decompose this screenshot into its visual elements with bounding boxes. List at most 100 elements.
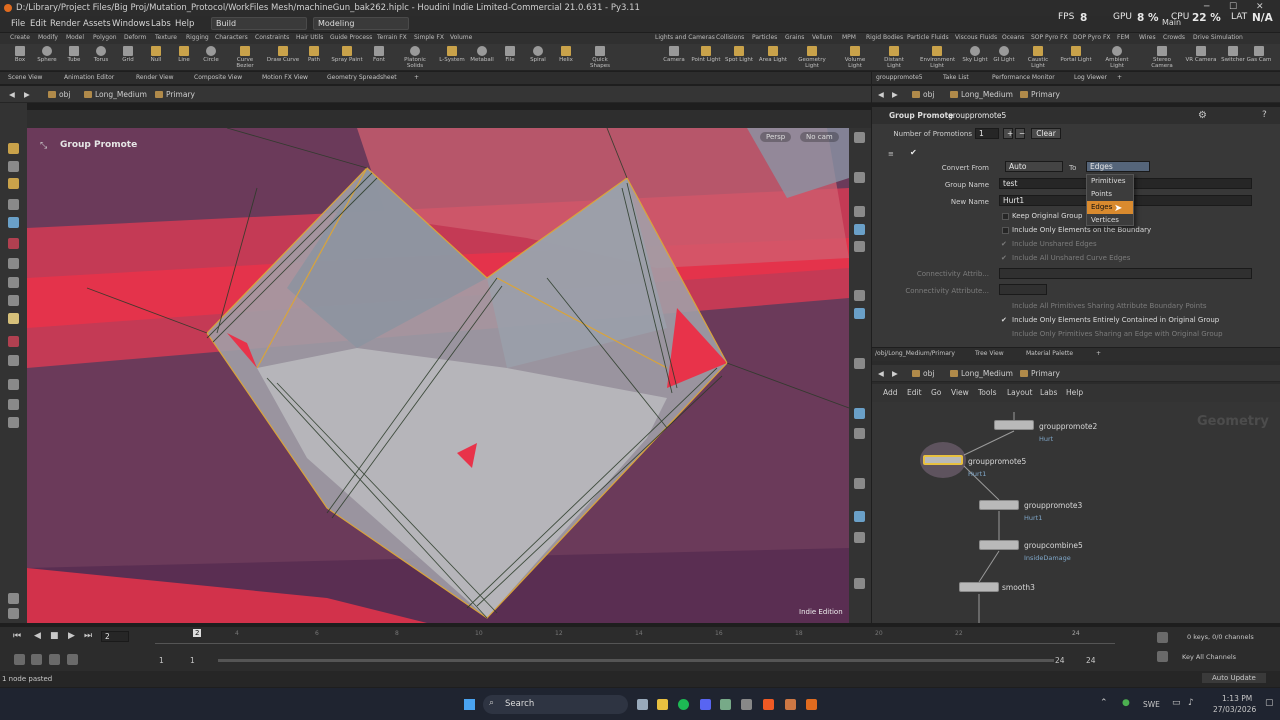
convert-from-menu[interactable]: Auto bbox=[1005, 161, 1063, 172]
tool-draw-curve[interactable]: Draw Curve bbox=[266, 46, 300, 63]
breadcrumb-context[interactable]: Primary bbox=[155, 90, 195, 99]
option-primitives[interactable]: Primitives bbox=[1087, 175, 1133, 188]
add-tab-icon[interactable]: + bbox=[1096, 350, 1101, 357]
net-menu-layout[interactable]: Layout bbox=[1007, 388, 1033, 397]
tool-helix[interactable]: Helix bbox=[549, 46, 583, 63]
shelf-tab[interactable]: Hair Utils bbox=[296, 34, 323, 41]
help-icon[interactable]: ? bbox=[1262, 110, 1267, 120]
breadcrumb-geo[interactable]: Long_Medium bbox=[950, 90, 1013, 99]
breadcrumb-obj[interactable]: obj bbox=[912, 369, 934, 378]
scene-viewport[interactable]: Group Promote ⤡ Persp No cam Indie Editi… bbox=[27, 128, 849, 623]
shading-icon[interactable] bbox=[854, 224, 865, 235]
key-all-channels[interactable]: Key All Channels bbox=[1182, 653, 1236, 661]
spotify-icon[interactable] bbox=[678, 699, 689, 710]
menu-render[interactable]: Render bbox=[50, 19, 80, 29]
shelf-tab[interactable]: FEM bbox=[1117, 34, 1129, 41]
tab-log-viewer[interactable]: Log Viewer bbox=[1074, 74, 1107, 81]
grid-display-icon[interactable] bbox=[854, 428, 865, 439]
pose-icon[interactable] bbox=[8, 295, 19, 306]
net-menu-help[interactable]: Help bbox=[1066, 388, 1083, 397]
conn-attribute-field[interactable] bbox=[999, 284, 1047, 295]
tool-stereo-camera[interactable]: Stereo Camera bbox=[1145, 46, 1179, 69]
forward-icon[interactable]: ▶ bbox=[24, 90, 30, 99]
shelf-tab[interactable]: Characters bbox=[215, 34, 248, 41]
shelf-tab[interactable]: SOP Pyro FX bbox=[1031, 34, 1068, 41]
shelf-tab[interactable]: Model bbox=[66, 34, 84, 41]
tab-composite-view[interactable]: Composite View bbox=[194, 74, 242, 81]
shelf-tab[interactable]: Particle Fluids bbox=[907, 34, 949, 41]
shelf-tab[interactable]: Terrain FX bbox=[377, 34, 407, 41]
maximize-icon[interactable]: ☐ bbox=[1229, 2, 1237, 12]
ghost-icon[interactable] bbox=[854, 358, 865, 369]
camera-menu[interactable]: No cam bbox=[800, 132, 839, 142]
visibility-icon[interactable] bbox=[8, 417, 19, 428]
keep-original-checkbox[interactable] bbox=[1002, 213, 1009, 220]
menu-edit[interactable]: Edit bbox=[30, 19, 46, 29]
discord-icon[interactable] bbox=[700, 699, 711, 710]
end-frame-2[interactable]: 24 bbox=[1086, 656, 1096, 665]
notification-icon[interactable]: ▢ bbox=[1265, 698, 1274, 708]
shelf-tab[interactable]: Modify bbox=[38, 34, 58, 41]
microphone-icon[interactable]: ● bbox=[1122, 698, 1130, 708]
clock-time[interactable]: 1:13 PM bbox=[1222, 694, 1252, 703]
menu-help[interactable]: Help bbox=[175, 19, 194, 29]
option-edges[interactable]: Edges bbox=[1087, 201, 1133, 214]
tool-distant-light[interactable]: Distant Light bbox=[877, 46, 911, 69]
tab-performance-monitor[interactable]: Performance Monitor bbox=[992, 74, 1055, 81]
back-icon[interactable]: ◀ bbox=[878, 369, 884, 378]
to-menu[interactable]: Edges bbox=[1086, 161, 1150, 172]
pointer-icon[interactable] bbox=[8, 199, 19, 210]
points-icon[interactable] bbox=[854, 290, 865, 301]
tool-ambient-light[interactable]: Ambient Light bbox=[1100, 46, 1134, 69]
option-vertices[interactable]: Vertices bbox=[1087, 214, 1133, 227]
shelf-tab[interactable]: Constraints bbox=[255, 34, 289, 41]
tool-quick-shapes[interactable]: Quick Shapes bbox=[583, 46, 617, 69]
shelf-tab[interactable]: Lights and Cameras bbox=[655, 34, 715, 41]
tab-motion-fx-view[interactable]: Motion FX View bbox=[262, 74, 308, 81]
camera-view-icon[interactable] bbox=[8, 379, 19, 390]
shelf-tab[interactable]: Texture bbox=[155, 34, 177, 41]
shelf-tab[interactable]: Viscous Fluids bbox=[955, 34, 997, 41]
tool-gas-cam[interactable]: Gas Cam bbox=[1244, 46, 1274, 63]
realtime-icon[interactable] bbox=[14, 654, 25, 665]
tray-chevron-icon[interactable]: ⌃ bbox=[1100, 698, 1108, 708]
tool-caustic-light[interactable]: Caustic Light bbox=[1021, 46, 1055, 69]
tool-volume-light[interactable]: Volume Light bbox=[838, 46, 872, 69]
snap-toggle-icon[interactable] bbox=[8, 608, 19, 619]
boundary-checkbox[interactable] bbox=[1002, 227, 1009, 234]
app-icon[interactable] bbox=[785, 699, 796, 710]
shelf-tab[interactable]: Polygon bbox=[93, 34, 117, 41]
brush-icon[interactable] bbox=[8, 238, 19, 249]
tab-network-path[interactable]: /obj/Long_Medium/Primary bbox=[875, 350, 955, 357]
gear-icon[interactable]: ⚙ bbox=[1198, 110, 1207, 121]
back-icon[interactable]: ◀ bbox=[9, 90, 15, 99]
volume-icon[interactable]: ♪ bbox=[1188, 698, 1194, 708]
node-smooth3[interactable] bbox=[959, 582, 999, 592]
brave-icon[interactable] bbox=[763, 699, 774, 710]
shelf-tab[interactable]: Oceans bbox=[1002, 34, 1024, 41]
audio-icon[interactable] bbox=[67, 654, 78, 665]
lighting-icon[interactable] bbox=[854, 206, 865, 217]
add-tab-icon[interactable]: + bbox=[414, 74, 419, 81]
forward-icon[interactable]: ▶ bbox=[892, 90, 898, 99]
shelf-tab[interactable]: Crowds bbox=[1163, 34, 1185, 41]
tool-path[interactable]: Path bbox=[297, 46, 331, 63]
net-menu-go[interactable]: Go bbox=[931, 388, 941, 397]
windows-start-icon[interactable] bbox=[464, 699, 475, 710]
shelf-tab[interactable]: Simple FX bbox=[414, 34, 444, 41]
tool-l-system[interactable]: L-System bbox=[435, 46, 469, 63]
option-points[interactable]: Points bbox=[1087, 188, 1133, 201]
snap-icon[interactable] bbox=[8, 258, 19, 269]
shelf-tab[interactable]: Create bbox=[10, 34, 30, 41]
desktop-build[interactable]: Build bbox=[211, 17, 307, 30]
shelf-tab[interactable]: Rigid Bodies bbox=[866, 34, 903, 41]
language-indicator[interactable]: SWE bbox=[1143, 700, 1160, 709]
tool-font[interactable]: Font bbox=[362, 46, 396, 63]
start-frame[interactable]: 1 bbox=[159, 656, 164, 665]
num-promotions-field[interactable]: 1 bbox=[975, 128, 999, 139]
clear-button[interactable]: Clear bbox=[1031, 128, 1061, 139]
node-grouppromote2[interactable] bbox=[994, 420, 1034, 430]
shelf-tab[interactable]: DOP Pyro FX bbox=[1073, 34, 1111, 41]
viewport-home-icon[interactable]: ⤡ bbox=[40, 141, 47, 151]
snapshot-icon[interactable] bbox=[854, 532, 865, 543]
